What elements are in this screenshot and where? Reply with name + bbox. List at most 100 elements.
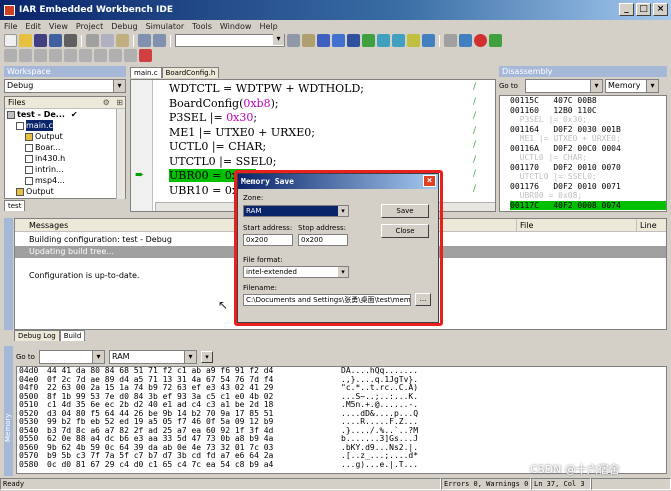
close-window-button[interactable]: × <box>653 3 668 16</box>
disassembly-view[interactable]: 00115C 407C 00B8 001160 12B0 110C P3SEL |… <box>499 95 667 212</box>
paste-icon[interactable] <box>116 34 129 47</box>
run-to-cursor-icon[interactable] <box>64 49 77 62</box>
disassembly-line[interactable]: UBR00 = 0x08; <box>510 191 666 201</box>
title-bar: IAR Embedded Workbench IDE _ □ × <box>0 0 671 20</box>
disassembly-line[interactable]: 001160 12B0 110C <box>510 106 666 116</box>
menu-tools[interactable]: Tools <box>192 22 212 31</box>
menu-window[interactable]: Window <box>220 22 252 31</box>
save-all-icon[interactable] <box>49 34 62 47</box>
current-line-arrow-icon: ➨ <box>135 168 145 181</box>
break-icon[interactable] <box>94 49 107 62</box>
disassembly-line[interactable]: 00115C 407C 00B8 <box>510 96 666 106</box>
go-icon[interactable] <box>79 49 92 62</box>
disassembly-title: Disassembly <box>499 66 667 77</box>
code-line[interactable]: P3SEL |= 0x30; <box>169 111 257 124</box>
menu-edit[interactable]: Edit <box>25 22 41 31</box>
code-line[interactable]: BoardConfig(0xb8); <box>169 97 279 110</box>
print-icon[interactable] <box>64 34 77 47</box>
open-folder-icon[interactable] <box>19 34 32 47</box>
stop-debug-icon[interactable] <box>124 49 137 62</box>
tree-item[interactable]: test - De... ✔ <box>7 109 125 120</box>
menu-bar: File Edit View Project Debug Simulator Tools Wi… <box>0 20 671 33</box>
code-line[interactable]: UTCTL0 |= SSEL0; <box>169 155 277 168</box>
tab-main-c[interactable]: main.c <box>130 67 162 78</box>
tab-workspace-test[interactable]: test <box>4 200 26 211</box>
memory-goto-input[interactable]: ▾ <box>38 350 105 364</box>
prev-bookmark-icon[interactable] <box>347 34 360 47</box>
bookmark-icon[interactable] <box>317 34 330 47</box>
step-into-icon[interactable] <box>19 49 32 62</box>
minimize-button[interactable]: _ <box>619 3 634 16</box>
disasm-goto-input[interactable]: ▾ <box>525 79 603 93</box>
tree-item[interactable]: msp4... <box>7 175 125 186</box>
line-column-header[interactable]: Line <box>636 219 666 231</box>
disassembly-line[interactable]: 001164 D0F2 0030 001B <box>510 125 666 135</box>
menu-file[interactable]: File <box>4 22 17 31</box>
exit-debug-icon[interactable] <box>139 49 152 62</box>
tree-item[interactable]: Output <box>7 131 125 142</box>
tree-item[interactable]: Output <box>7 186 125 197</box>
next-statement-icon[interactable] <box>49 49 62 62</box>
menu-simulator[interactable]: Simulator <box>146 22 185 31</box>
menu-debug[interactable]: Debug <box>111 22 137 31</box>
menu-help[interactable]: Help <box>259 22 277 31</box>
menu-view[interactable]: View <box>49 22 68 31</box>
debug-icon[interactable] <box>459 34 472 47</box>
find-next-icon[interactable] <box>302 34 315 47</box>
maximize-button[interactable]: □ <box>636 3 651 16</box>
config-select[interactable]: Debug ▾ <box>4 79 126 93</box>
redo-icon[interactable] <box>153 34 166 47</box>
memory-zone-select[interactable]: RAM ▾ <box>108 350 197 364</box>
tab-debug-log[interactable]: Debug Log <box>14 330 60 341</box>
disassembly-line[interactable]: UTCTL0 |= SSEL0; <box>510 172 666 182</box>
disasm-zone-select[interactable]: Memory ▾ <box>605 79 659 93</box>
disassembly-line[interactable]: 00116A D0F2 00C0 0004 <box>510 144 666 154</box>
new-file-icon[interactable] <box>4 34 17 47</box>
next-bookmark-icon[interactable] <box>332 34 345 47</box>
tree-item[interactable]: intrin... <box>7 164 125 175</box>
make-icon[interactable] <box>422 34 435 47</box>
file-column-header[interactable]: File <box>516 219 636 231</box>
tree-item[interactable]: main.c <box>7 120 125 131</box>
tab-boardconfig-h[interactable]: BoardConfig.h <box>161 67 220 78</box>
tab-build[interactable]: Build <box>59 330 86 341</box>
disassembly-line[interactable]: UCTL0 |= CHAR; <box>510 153 666 163</box>
tree-scrollbar[interactable] <box>116 109 125 199</box>
disassembly-line[interactable]: 001176 D0F2 0010 0071 <box>510 182 666 192</box>
disassembly-line[interactable]: 00117C 40F2 0008 0074 <box>510 200 666 210</box>
disassembly-line[interactable]: ME1 |= UTXE0 + URXE0; <box>510 134 666 144</box>
go-to-icon[interactable] <box>362 34 375 47</box>
editor-gutter[interactable] <box>131 80 153 211</box>
breakpoint-icon[interactable] <box>474 34 487 47</box>
menu-project[interactable]: Project <box>76 22 103 31</box>
find-icon[interactable] <box>287 34 300 47</box>
find-combo[interactable] <box>175 34 285 47</box>
code-line[interactable]: ME1 |= UTXE0 + URXE0; <box>169 126 315 139</box>
download-debug-icon[interactable] <box>489 34 502 47</box>
cut-icon[interactable] <box>86 34 99 47</box>
code-line[interactable]: WDTCTL = WDTPW + WDTHOLD; <box>169 82 364 95</box>
save-icon[interactable] <box>34 34 47 47</box>
navigate-back-icon[interactable] <box>377 34 390 47</box>
tree-item[interactable]: in430.h <box>7 153 125 164</box>
step-out-icon[interactable] <box>34 49 47 62</box>
disassembly-line[interactable]: P3SEL |= 0x30; <box>510 115 666 125</box>
navigate-forward-icon[interactable] <box>392 34 405 47</box>
undo-icon[interactable] <box>138 34 151 47</box>
code-line[interactable]: UCTL0 |= CHAR; <box>169 140 266 153</box>
folder-icon <box>16 187 24 196</box>
stop-build-icon[interactable] <box>444 34 457 47</box>
disassembly-line[interactable]: 001170 D0F2 0010 0070 <box>510 163 666 173</box>
tree-options-icon[interactable]: ⚙ ⊞ <box>103 97 125 108</box>
memory-view[interactable]: 04d0 44 41 da 80 84 68 51 71 f2 c1 ab a9 … <box>16 366 667 474</box>
copy-icon[interactable] <box>101 34 114 47</box>
reset-icon[interactable] <box>109 49 122 62</box>
memory-options-button[interactable]: ▾ <box>200 351 213 363</box>
compile-icon[interactable] <box>407 34 420 47</box>
file-icon <box>25 143 33 152</box>
chevron-down-icon[interactable]: ▾ <box>113 80 125 92</box>
comment-marks: / / / / / / / / <box>473 82 477 194</box>
status-extra <box>591 478 671 490</box>
tree-item[interactable]: Boar... <box>7 142 125 153</box>
step-over-icon[interactable] <box>4 49 17 62</box>
